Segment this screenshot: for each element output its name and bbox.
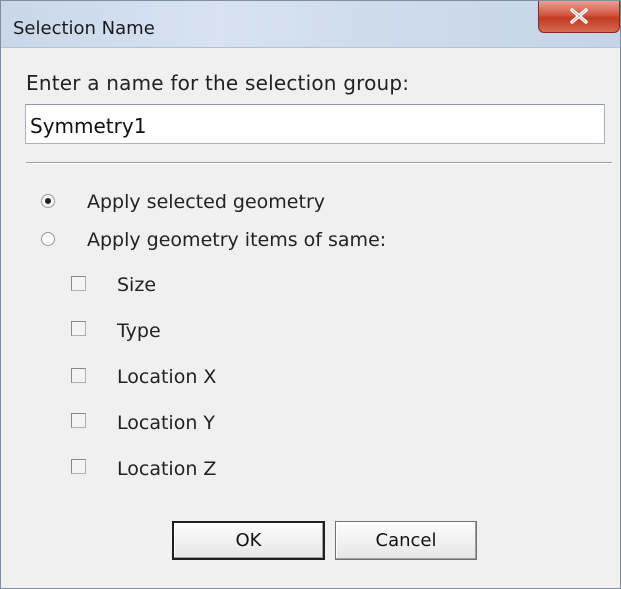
checkbox-location-y-label[interactable]: Location Y xyxy=(117,412,215,434)
radio-apply-selected[interactable] xyxy=(41,194,55,208)
checkbox-location-x-label[interactable]: Location X xyxy=(117,366,216,388)
checkbox-location-x[interactable] xyxy=(71,368,86,383)
checkbox-type-label[interactable]: Type xyxy=(117,320,161,342)
checkbox-size-label[interactable]: Size xyxy=(117,274,156,296)
checkbox-location-z[interactable] xyxy=(71,459,86,474)
cancel-button[interactable]: Cancel xyxy=(335,521,477,560)
checkbox-location-z-label[interactable]: Location Z xyxy=(117,458,216,480)
separator xyxy=(26,162,612,164)
radio-selected-dot xyxy=(45,198,51,204)
checkbox-type[interactable] xyxy=(71,321,86,336)
radio-apply-same-label[interactable]: Apply geometry items of same: xyxy=(87,229,386,251)
ok-button[interactable]: OK xyxy=(172,521,325,560)
radio-apply-same[interactable] xyxy=(41,232,55,246)
window-title: Selection Name xyxy=(13,18,155,39)
selection-name-input[interactable] xyxy=(25,104,605,144)
radio-apply-selected-label[interactable]: Apply selected geometry xyxy=(87,191,325,213)
checkbox-size[interactable] xyxy=(71,276,86,291)
checkbox-location-y[interactable] xyxy=(71,413,86,428)
name-prompt-label: Enter a name for the selection group: xyxy=(26,71,410,95)
close-button[interactable] xyxy=(538,1,620,33)
title-bar[interactable]: Selection Name xyxy=(1,1,620,48)
